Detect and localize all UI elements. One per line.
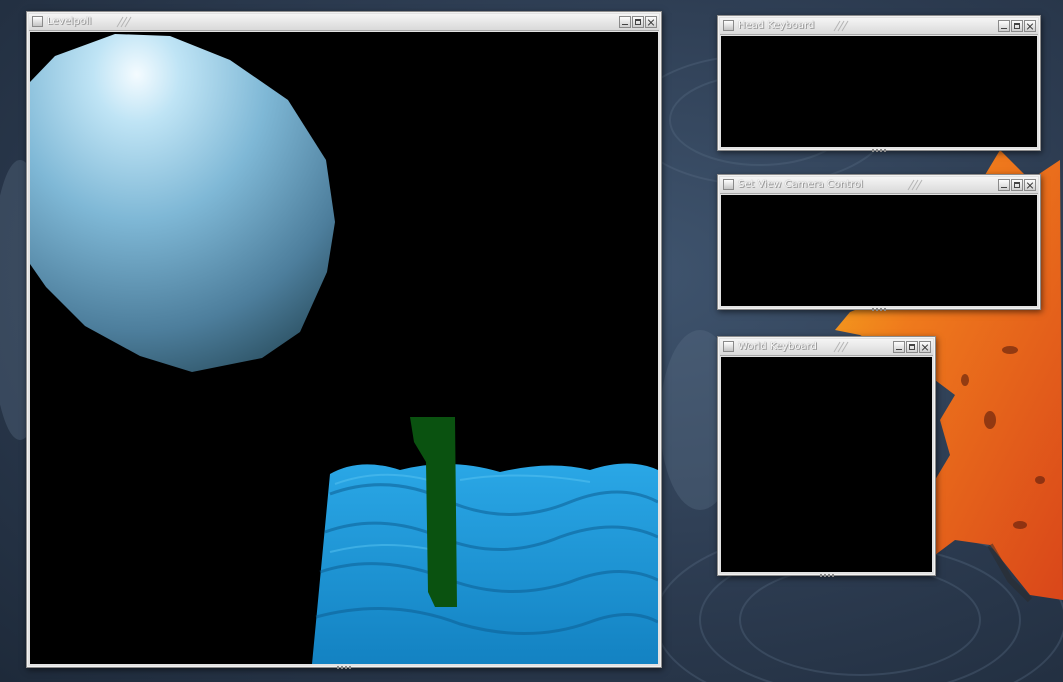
close-icon[interactable] [645, 16, 657, 28]
close-icon[interactable] [919, 341, 931, 353]
minimize-icon[interactable] [998, 179, 1010, 191]
window-menu-icon[interactable] [723, 179, 734, 190]
world-keyboard-canvas[interactable] [721, 357, 932, 572]
main-window-title: Levelpoll [47, 16, 92, 27]
titlebar-grip-icon [116, 16, 132, 28]
3d-scene [30, 34, 658, 664]
view-camera-title: Set View Camera Control [738, 179, 864, 190]
resize-grip[interactable] [337, 666, 351, 669]
resize-grip[interactable] [872, 149, 886, 152]
window-menu-icon[interactable] [723, 341, 734, 352]
view-camera-control-window[interactable]: Set View Camera Control [717, 174, 1041, 311]
minimize-icon[interactable] [893, 341, 905, 353]
view-camera-titlebar[interactable]: Set View Camera Control [720, 177, 1038, 194]
head-keyboard-window[interactable]: Head Keyboard [717, 15, 1041, 152]
window-menu-icon[interactable] [32, 16, 43, 27]
main-3d-window[interactable]: Levelpoll [26, 11, 662, 669]
minimize-icon[interactable] [619, 16, 631, 28]
minimize-icon[interactable] [998, 20, 1010, 32]
titlebar-grip-icon [833, 341, 849, 353]
window-menu-icon[interactable] [723, 20, 734, 31]
maximize-icon[interactable] [632, 16, 644, 28]
resize-grip[interactable] [819, 574, 834, 577]
world-keyboard-titlebar[interactable]: World Keyboard [720, 339, 933, 356]
maximize-icon[interactable] [1011, 179, 1023, 191]
desktop: Levelpoll Head Keyboard Set View Camera … [0, 0, 1063, 682]
maximize-icon[interactable] [1011, 20, 1023, 32]
head-keyboard-canvas[interactable] [721, 36, 1037, 147]
maximize-icon[interactable] [906, 341, 918, 353]
resize-grip[interactable] [872, 308, 886, 311]
3d-viewport[interactable] [30, 32, 658, 664]
titlebar-grip-icon [833, 20, 849, 32]
titlebar-grip-icon [907, 179, 923, 191]
view-camera-canvas[interactable] [721, 195, 1037, 306]
sphere-object [30, 34, 335, 372]
world-keyboard-title: World Keyboard [738, 341, 817, 352]
close-icon[interactable] [1024, 20, 1036, 32]
head-keyboard-titlebar[interactable]: Head Keyboard [720, 18, 1038, 35]
water-surface [312, 463, 658, 664]
main-window-titlebar[interactable]: Levelpoll [29, 14, 659, 31]
close-icon[interactable] [1024, 179, 1036, 191]
head-keyboard-title: Head Keyboard [738, 20, 815, 31]
world-keyboard-window[interactable]: World Keyboard [717, 336, 936, 577]
